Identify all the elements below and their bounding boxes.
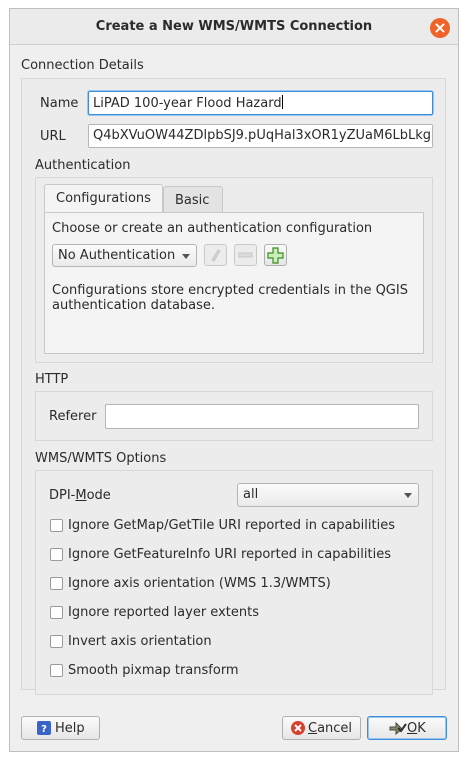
auth-prompt: Choose or create an authentication confi… <box>52 221 373 236</box>
checkbox-label: Ignore axis orientation (WMS 1.3/WMTS) <box>68 576 331 591</box>
http-title: HTTP <box>35 372 69 387</box>
plus-icon <box>267 247 284 264</box>
name-field[interactable]: LiPAD 100-year Flood Hazard <box>88 91 433 115</box>
checkbox-box[interactable] <box>50 635 63 648</box>
url-field[interactable]: Q4bXVuOW44ZDlpbSJ9.pUqHal3xOR1yZUaM6LbLk… <box>88 124 433 148</box>
tab-basic[interactable]: Basic <box>163 186 223 213</box>
ok-label: OK <box>407 721 426 736</box>
checkbox-box[interactable] <box>50 548 63 561</box>
ok-mnemonic: O <box>407 721 418 736</box>
cancel-label: Cancel <box>308 721 352 736</box>
auth-info-line2: authentication database. <box>52 298 216 313</box>
checkbox-label: Ignore GetFeatureInfo URI reported in ca… <box>68 547 391 562</box>
svg-text:?: ? <box>41 724 47 735</box>
window-title: Create a New WMS/WMTS Connection <box>95 19 373 34</box>
dpi-label-post: ode <box>86 488 111 503</box>
referer-label: Referer <box>49 409 97 424</box>
dpi-label-mnemonic: M <box>75 488 87 503</box>
checkbox-box[interactable] <box>50 577 63 590</box>
minus-icon <box>238 252 253 258</box>
dpi-mode-select[interactable]: all <box>237 483 419 507</box>
text-caret <box>281 95 283 109</box>
tab-configurations[interactable]: Configurations <box>44 184 163 213</box>
authentication-title: Authentication <box>35 158 131 173</box>
checkbox-box[interactable] <box>50 606 63 619</box>
cancel-mnemonic: C <box>308 721 318 736</box>
checkbox-label: Smooth pixmap transform <box>68 663 239 678</box>
cancel-icon <box>291 721 305 735</box>
dpi-label-pre: DPI- <box>49 488 76 503</box>
checkbox-box[interactable] <box>50 664 63 677</box>
help-label: Help <box>55 721 85 736</box>
title-bar[interactable]: Create a New WMS/WMTS Connection × <box>10 9 458 45</box>
auth-config-select[interactable]: No Authentication <box>52 244 197 267</box>
url-label: URL <box>40 129 66 144</box>
cancel-button[interactable]: Cancel <box>282 716 361 740</box>
name-label: Name <box>40 96 79 111</box>
checkbox-label: Invert axis orientation <box>68 634 212 649</box>
dpi-mode-label: DPI-Mode <box>49 488 111 503</box>
close-icon[interactable]: × <box>430 18 450 38</box>
edit-config-button[interactable] <box>204 244 227 266</box>
checkbox-label: Ignore reported layer extents <box>68 605 259 620</box>
referer-field[interactable] <box>105 404 419 429</box>
ok-button[interactable]: OK <box>367 716 447 740</box>
wms-options-title: WMS/WMTS Options <box>35 451 167 466</box>
pencil-icon <box>211 249 221 262</box>
dpi-mode-value: all <box>243 487 259 502</box>
auth-info-line1: Configurations store encrypted credentia… <box>52 283 408 298</box>
name-value: LiPAD 100-year Flood Hazard <box>93 96 282 111</box>
chevron-down-icon <box>182 254 190 259</box>
remove-config-button[interactable] <box>234 244 257 266</box>
help-button[interactable]: ? Help <box>21 716 100 740</box>
connection-details-title: Connection Details <box>21 58 144 73</box>
chevron-down-icon <box>404 493 412 498</box>
checkbox-label: Ignore GetMap/GetTile URI reported in ca… <box>68 518 395 533</box>
cancel-rest: ancel <box>317 721 353 736</box>
auth-config-value: No Authentication <box>58 248 176 263</box>
help-icon: ? <box>37 721 51 735</box>
checkmark-icon <box>389 721 407 736</box>
checkbox-box[interactable] <box>50 519 63 532</box>
ok-rest: K <box>417 721 426 736</box>
add-config-button[interactable] <box>264 244 287 266</box>
